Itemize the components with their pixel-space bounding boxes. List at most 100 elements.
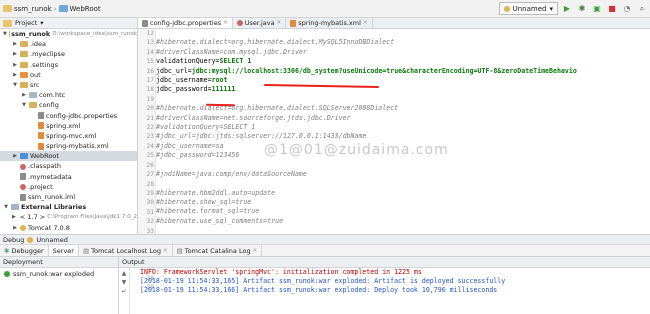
close-icon[interactable]: ✕ bbox=[163, 248, 168, 254]
tomcat-icon bbox=[20, 224, 26, 231]
code-line: #driverClassName=net.sourceforge.jtds.jd… bbox=[156, 113, 351, 122]
stop-icon[interactable]: ■ bbox=[606, 3, 618, 15]
property-key: jdbc_url= bbox=[156, 66, 192, 75]
tab-label: User.java bbox=[244, 19, 275, 27]
tab-tomcat-catalina-log[interactable]: ▤ Tomcat Catalina Log ✕ bbox=[173, 245, 263, 256]
debug-icon[interactable]: ✱ bbox=[576, 3, 588, 15]
deployment-header: Deployment bbox=[0, 257, 118, 268]
console-line: [2018-01-19 11:54:33,166] Artifact ssm_r… bbox=[140, 286, 498, 294]
collapsed-arrow-icon[interactable]: ▶ bbox=[12, 49, 18, 59]
debug-label[interactable]: Debug bbox=[3, 236, 24, 244]
close-icon[interactable]: ✕ bbox=[363, 20, 368, 26]
tab-tomcat-localhost-log[interactable]: ▤ Tomcat Localhost Log ✕ bbox=[79, 245, 173, 256]
tab-user-java[interactable]: User.java ✕ bbox=[233, 18, 287, 28]
tomcat-icon bbox=[27, 236, 34, 243]
breadcrumb-project[interactable]: ssm_runok bbox=[14, 5, 52, 13]
tab-server[interactable]: Server bbox=[48, 245, 79, 256]
tree-item-label: < 1.7 > bbox=[19, 213, 46, 222]
close-icon[interactable]: ✕ bbox=[253, 248, 258, 254]
tab-debugger[interactable]: ✱ Debugger bbox=[0, 245, 49, 256]
soft-wrap-icon[interactable]: ↵ bbox=[121, 288, 126, 295]
tree-item[interactable]: ▶ Tomcat 7.0.8 bbox=[0, 223, 137, 233]
collapsed-arrow-icon[interactable]: ▶ bbox=[12, 70, 18, 80]
collapsed-arrow-icon[interactable]: ▶ bbox=[12, 151, 18, 161]
tree-item-label: .settings bbox=[30, 60, 58, 69]
debugger-icon: ✱ bbox=[4, 246, 10, 255]
tree-item[interactable]: ▶ .settings bbox=[0, 60, 137, 70]
run-icon[interactable]: ▶ bbox=[561, 3, 573, 15]
tree-item[interactable]: spring-mvc.xml bbox=[0, 131, 137, 141]
tree-item[interactable]: ▶ .myeclipse bbox=[0, 49, 137, 59]
tab-config-jdbc-properties[interactable]: config-jdbc.properties ✕ bbox=[138, 18, 233, 28]
tree-item[interactable]: ▼ src bbox=[0, 80, 137, 90]
tree-item-label: .idea bbox=[30, 40, 46, 49]
package-icon bbox=[29, 92, 37, 99]
scroll-down-icon[interactable]: ▼ bbox=[122, 279, 127, 286]
tree-item[interactable]: spring.xml bbox=[0, 121, 137, 131]
tree-item[interactable]: ▶ .idea bbox=[0, 39, 137, 49]
close-icon[interactable]: ✕ bbox=[223, 20, 228, 26]
collapsed-arrow-icon[interactable]: ▶ bbox=[21, 90, 27, 100]
prop-icon bbox=[20, 193, 26, 201]
prop-icon bbox=[20, 173, 26, 181]
code-line: #hibernate.hbm2ddl.auto=update bbox=[156, 188, 276, 197]
coverage-icon[interactable]: ▣ bbox=[591, 3, 603, 15]
debug-config[interactable]: Unnamed bbox=[36, 236, 67, 244]
console-line: INFO: FrameworkServlet 'springMvc': init… bbox=[140, 268, 422, 276]
tree-item[interactable]: .mymetadata bbox=[0, 172, 137, 182]
webroot-folder-icon bbox=[58, 5, 68, 12]
java-icon bbox=[20, 183, 26, 190]
code-line: #jndiName=java:comp/env/dataSourceName bbox=[156, 169, 307, 178]
java-class-icon bbox=[236, 20, 243, 26]
deployment-item[interactable]: ssm_runok:war exploded bbox=[0, 268, 118, 280]
tree-item[interactable]: ▼ ssm_runok D:\workspace_idea\ssm_runok bbox=[0, 29, 137, 39]
tree-item[interactable]: ▶ com.htc bbox=[0, 90, 137, 100]
tree-item[interactable]: .classpath bbox=[0, 161, 137, 171]
expanded-arrow-icon[interactable]: ▼ bbox=[12, 80, 18, 90]
close-icon[interactable]: ✕ bbox=[277, 20, 282, 26]
tab-spring-mybatis-xml[interactable]: spring-mybatis.xml ✕ bbox=[286, 18, 373, 28]
xml-icon bbox=[38, 142, 44, 150]
project-panel-title[interactable]: Project bbox=[15, 19, 37, 27]
tree-item[interactable]: config-jdbc.properties bbox=[0, 111, 137, 121]
run-config-select[interactable]: Unnamed ▾ bbox=[498, 2, 558, 15]
tree-item[interactable]: ▼ External Libraries bbox=[0, 202, 137, 212]
tree-item[interactable]: ▼ config bbox=[0, 100, 137, 110]
expanded-arrow-icon[interactable]: ▼ bbox=[21, 100, 27, 110]
project-view-icon bbox=[3, 19, 12, 27]
collapsed-arrow-icon[interactable]: ▶ bbox=[12, 60, 18, 70]
breadcrumb-folder[interactable]: WebRoot bbox=[70, 5, 101, 13]
code-line: validationQuery=SELECT 1 bbox=[156, 57, 650, 66]
folder-icon bbox=[29, 102, 37, 109]
breadcrumb-separator-icon: › bbox=[53, 4, 57, 13]
tree-item-label: External Libraries bbox=[21, 203, 87, 212]
tree-item-label: spring.xml bbox=[46, 121, 81, 130]
tree-item-label: spring-mvc.xml bbox=[46, 131, 97, 140]
property-value: 111111 bbox=[211, 85, 236, 94]
tree-item[interactable]: ▶ out bbox=[0, 70, 137, 80]
tree-item[interactable]: ▶ WebRoot bbox=[0, 151, 137, 162]
tree-item-label: .myeclipse bbox=[30, 50, 65, 59]
prop-icon bbox=[38, 112, 44, 120]
tab-label: spring-mybatis.xml bbox=[298, 19, 361, 27]
expanded-arrow-icon[interactable]: ▼ bbox=[3, 29, 7, 39]
tab-label: config-jdbc.properties bbox=[150, 19, 222, 27]
folder-icon bbox=[20, 51, 28, 58]
tree-item-label: .classpath bbox=[28, 162, 61, 171]
output-console[interactable]: INFO: FrameworkServlet 'springMvc': init… bbox=[140, 268, 650, 295]
collapsed-arrow-icon[interactable]: ▶ bbox=[12, 223, 18, 233]
collapsed-arrow-icon[interactable]: ▶ bbox=[12, 39, 18, 49]
collapsed-arrow-icon[interactable]: ▶ bbox=[12, 212, 16, 222]
tree-item-label: Tomcat 7.0.8 bbox=[28, 223, 70, 232]
tree-item[interactable]: spring-mybatis.xml bbox=[0, 141, 137, 151]
tree-item[interactable]: ssm_runok.iml bbox=[0, 192, 137, 202]
chevron-down-icon[interactable]: ▾ bbox=[40, 19, 43, 27]
search-icon[interactable]: ⌕ bbox=[636, 3, 648, 15]
tree-item[interactable]: ▶ < 1.7 > C:\Program Files\Java\jdk1.7.0_… bbox=[0, 212, 137, 222]
expanded-arrow-icon[interactable]: ▼ bbox=[3, 202, 9, 212]
scroll-up-icon[interactable]: ▲ bbox=[122, 270, 127, 277]
profile-icon[interactable]: ◔ bbox=[621, 3, 633, 15]
tree-item[interactable]: .project bbox=[0, 182, 137, 192]
code-line: jdbc_password=111111 bbox=[156, 85, 650, 94]
